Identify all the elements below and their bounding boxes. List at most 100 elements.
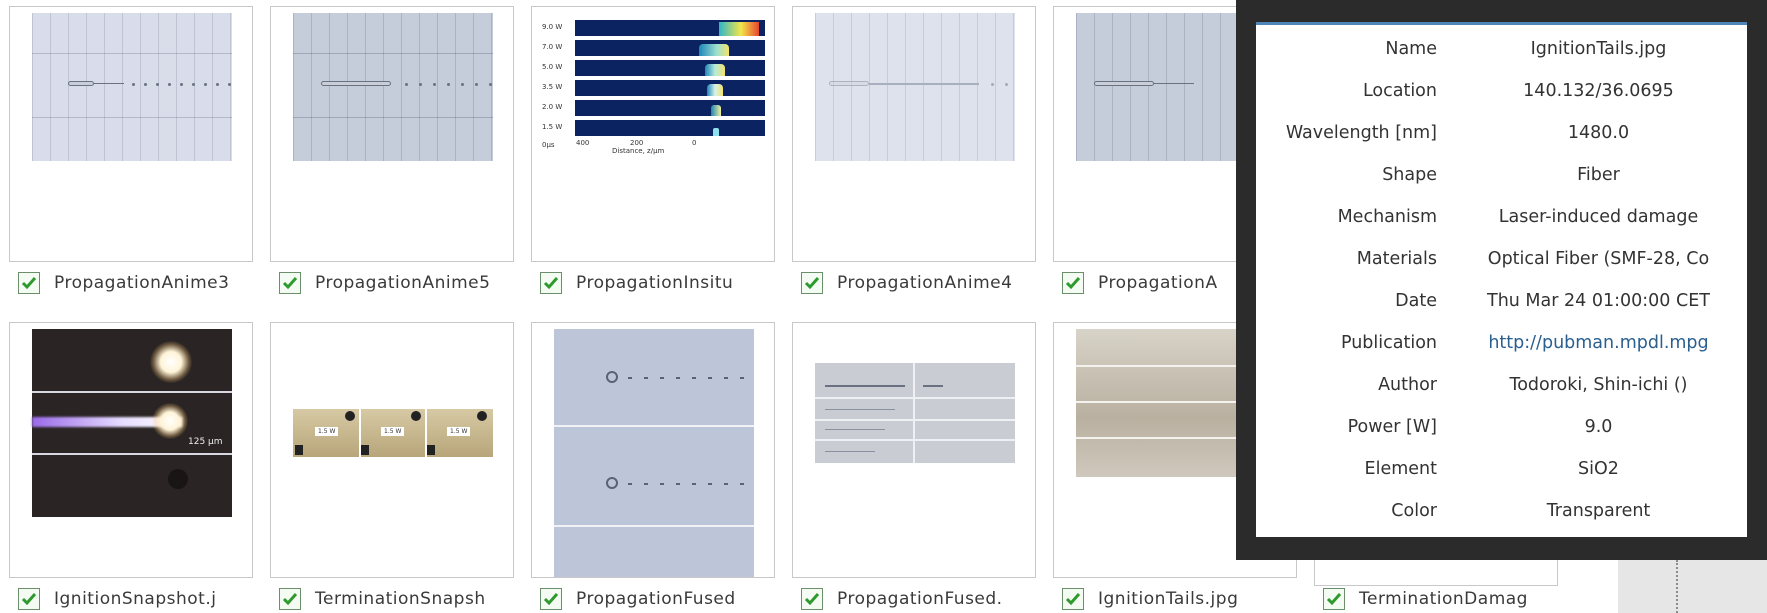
propagation-image: [815, 13, 1015, 161]
power-tag: 1.5 W: [381, 427, 405, 436]
thumbnail[interactable]: [792, 322, 1036, 578]
info-row-element: Element SiO2: [1256, 449, 1747, 491]
publication-link[interactable]: http://pubman.mpdl.mpg: [1456, 333, 1741, 353]
gallery-item-caption[interactable]: PropagationFused: [540, 586, 780, 612]
checkmark-icon: [1065, 277, 1081, 290]
info-value: Fiber: [1577, 165, 1620, 185]
gallery-item-caption[interactable]: IgnitionTails.jpg: [1062, 586, 1302, 612]
info-row-location: Location 140.132/36.0695: [1256, 71, 1747, 113]
gallery-item-caption[interactable]: PropagationFused.: [801, 586, 1041, 612]
scale-label: 125 μm: [188, 437, 223, 447]
info-value: Transparent: [1546, 501, 1651, 521]
info-row-mechanism: Mechanism Laser-induced damage: [1256, 197, 1747, 239]
info-row-color: Color Transparent: [1256, 491, 1747, 533]
select-checkbox[interactable]: [279, 272, 301, 294]
select-checkbox[interactable]: [540, 588, 562, 610]
thumbnail[interactable]: 125 μm: [9, 322, 253, 578]
info-label: Power [W]: [1347, 417, 1437, 437]
checkmark-icon: [543, 277, 559, 290]
power-label: 2.0 W: [542, 103, 563, 111]
select-checkbox[interactable]: [279, 588, 301, 610]
info-label: Name: [1385, 39, 1437, 59]
info-row-materials: Materials Optical Fiber (SMF-28, Co: [1256, 239, 1747, 281]
select-checkbox[interactable]: [1062, 588, 1084, 610]
x-axis-label: Distance, z/μm: [612, 147, 665, 155]
gallery-item-label: PropagationAnime3: [54, 273, 230, 293]
power-label: 9.0 W: [542, 23, 563, 31]
checkmark-icon: [21, 593, 37, 606]
x-tick-label: 0: [692, 139, 697, 147]
thumbnail[interactable]: [270, 6, 514, 262]
info-value: IgnitionTails.jpg: [1530, 39, 1667, 59]
gallery-item-label: PropagationA: [1098, 273, 1218, 293]
gallery-item-caption[interactable]: PropagationAnime5: [279, 270, 519, 296]
corner-label: 0μs: [542, 141, 555, 149]
info-label: Author: [1378, 375, 1437, 395]
gallery-item-caption[interactable]: PropagationAnime4: [801, 270, 1041, 296]
power-label: 3.5 W: [542, 83, 563, 91]
gallery-item-caption[interactable]: PropagationAnime3: [18, 270, 258, 296]
image-info-popup: Name IgnitionTails.jpg Location 140.132/…: [1236, 0, 1767, 560]
gallery-item-label: TerminationDamag: [1359, 589, 1528, 609]
power-tag: 1.5 W: [447, 427, 471, 436]
image-info-table: Name IgnitionTails.jpg Location 140.132/…: [1256, 22, 1747, 537]
info-row-publication: Publication http://pubman.mpdl.mpg: [1256, 323, 1747, 365]
select-checkbox[interactable]: [540, 272, 562, 294]
insitu-plot-image: 9.0 W 7.0 W 5.0 W 3.5 W 2.0 W 1.5 W 0μs …: [540, 13, 768, 163]
select-checkbox[interactable]: [1323, 588, 1345, 610]
power-tag: 1.5 W: [315, 427, 339, 436]
select-checkbox[interactable]: [1062, 272, 1084, 294]
info-label: Wavelength [nm]: [1285, 123, 1437, 143]
gallery-item-label: PropagationAnime5: [315, 273, 491, 293]
side-panel-strip: [1618, 560, 1767, 613]
gallery-item-caption[interactable]: PropagationInsitu: [540, 270, 780, 296]
info-row-wavelength: Wavelength [nm] 1480.0: [1256, 113, 1747, 155]
checkmark-icon: [804, 593, 820, 606]
checkmark-icon: [804, 277, 820, 290]
info-row-date: Date Thu Mar 24 01:00:00 CET: [1256, 281, 1747, 323]
propagation-image: [32, 13, 232, 161]
info-value: 1480.0: [1567, 123, 1630, 143]
select-checkbox[interactable]: [801, 272, 823, 294]
power-label: 5.0 W: [542, 63, 563, 71]
info-label: Publication: [1340, 333, 1437, 353]
info-value: 140.132/36.0695: [1523, 81, 1674, 101]
gallery-item-label: PropagationAnime4: [837, 273, 1013, 293]
info-label: Location: [1362, 81, 1437, 101]
checkmark-icon: [282, 593, 298, 606]
splitter-handle[interactable]: [1676, 560, 1678, 613]
gallery-item-caption[interactable]: TerminationSnapsh: [279, 586, 519, 612]
select-checkbox[interactable]: [18, 588, 40, 610]
thumbnail[interactable]: [531, 322, 775, 578]
checkmark-icon: [1326, 593, 1342, 606]
info-row-power: Power [W] 9.0: [1256, 407, 1747, 449]
checkmark-icon: [21, 277, 37, 290]
gallery-item-label: TerminationSnapsh: [315, 589, 486, 609]
info-row-shape: Shape Fiber: [1256, 155, 1747, 197]
info-label: Shape: [1382, 165, 1437, 185]
gallery-item-label: IgnitionSnapshot.j: [54, 589, 217, 609]
info-value: Todoroki, Shin-ichi (): [1509, 375, 1688, 395]
info-value: 9.0: [1584, 417, 1613, 437]
gallery-item-caption[interactable]: TerminationDamag: [1323, 586, 1563, 612]
info-row-author: Author Todoroki, Shin-ichi (): [1256, 365, 1747, 407]
checkmark-icon: [1065, 593, 1081, 606]
info-value: Optical Fiber (SMF-28, Co: [1487, 249, 1710, 269]
thumbnail[interactable]: 9.0 W 7.0 W 5.0 W 3.5 W 2.0 W 1.5 W 0μs …: [531, 6, 775, 262]
x-tick-label: 200: [630, 139, 644, 147]
checkmark-icon: [282, 277, 298, 290]
propagation-image: [293, 13, 493, 161]
gallery-item-label: PropagationFused.: [837, 589, 1003, 609]
select-checkbox[interactable]: [801, 588, 823, 610]
gallery-item-label: PropagationInsitu: [576, 273, 734, 293]
info-label: Mechanism: [1337, 207, 1437, 227]
power-label: 7.0 W: [542, 43, 563, 51]
gallery-item-caption[interactable]: IgnitionSnapshot.j: [18, 586, 258, 612]
select-checkbox[interactable]: [18, 272, 40, 294]
ignition-snapshot-image: 125 μm: [32, 329, 232, 517]
thumbnail[interactable]: [792, 6, 1036, 262]
gallery-item-label: IgnitionTails.jpg: [1098, 589, 1239, 609]
propagation-fused-image: [554, 329, 754, 577]
thumbnail[interactable]: 1.5 W 1.5 W 1.5 W: [270, 322, 514, 578]
thumbnail[interactable]: [9, 6, 253, 262]
